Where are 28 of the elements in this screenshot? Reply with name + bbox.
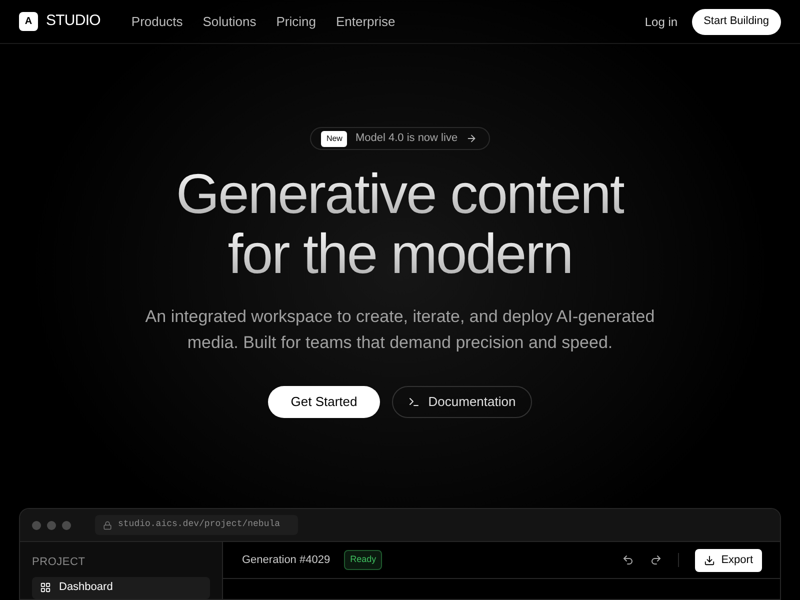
- url-text: studio.aics.dev/project/nebula: [118, 518, 280, 532]
- download-icon: [704, 554, 716, 566]
- sidebar-heading: PROJECT: [32, 555, 86, 570]
- start-building-button[interactable]: Start Building: [692, 8, 781, 34]
- undo-icon[interactable]: [622, 554, 634, 566]
- nav-link[interactable]: Solutions: [202, 12, 256, 32]
- brand-name: STUDIO: [46, 11, 100, 32]
- terminal-icon: [408, 396, 420, 408]
- export-button[interactable]: Export: [695, 548, 762, 572]
- announcement-text: Model 4.0 is now live: [355, 131, 458, 146]
- new-tag: New: [321, 130, 348, 146]
- get-started-button[interactable]: Get Started: [268, 386, 380, 418]
- address-bar[interactable]: studio.aics.dev/project/nebula: [95, 515, 298, 535]
- logo-icon: A: [19, 12, 38, 31]
- nav-link[interactable]: Products: [131, 12, 183, 32]
- documentation-button[interactable]: Documentation: [392, 386, 532, 418]
- generation-title: Generation #4029: [242, 552, 330, 568]
- sidebar-item[interactable]: Dashboard: [32, 576, 210, 598]
- lock-icon: [103, 520, 112, 530]
- nav-link[interactable]: Enterprise: [336, 12, 396, 32]
- status-badge: Ready: [344, 550, 382, 570]
- announcement-pill[interactable]: New Model 4.0 is now live: [310, 127, 490, 150]
- nav-link[interactable]: Pricing: [276, 12, 316, 32]
- login-link[interactable]: Log in: [644, 12, 678, 30]
- redo-icon[interactable]: [650, 554, 662, 566]
- arrow-right-icon: [466, 133, 477, 144]
- hero-subtitle: An integrated workspace to create, iterate, and deploy AI-generated media. Built for teams that demand precision and speed.: [144, 306, 656, 354]
- grid-icon: [40, 582, 51, 593]
